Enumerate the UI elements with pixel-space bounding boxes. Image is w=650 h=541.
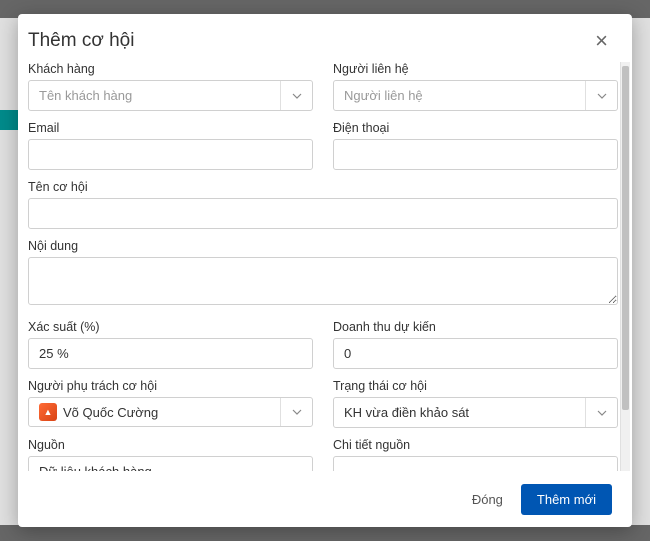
chevron-down-icon (280, 81, 312, 110)
phone-field[interactable] (333, 139, 618, 170)
chevron-down-icon (280, 398, 312, 426)
probability-field[interactable] (28, 338, 313, 369)
label-assignee: Người phụ trách cơ hội (28, 379, 313, 393)
scrollbar-thumb[interactable] (622, 66, 629, 410)
assignee-select-text: Võ Quốc Cường (63, 405, 158, 420)
modal-add-opportunity: Thêm cơ hội × Khách hàng Tên khách hàng … (18, 14, 632, 527)
status-select-text: KH vừa điền khảo sát (334, 398, 585, 427)
scrollbar[interactable] (620, 62, 630, 471)
source-field[interactable] (28, 456, 313, 471)
source-detail-field[interactable] (333, 456, 618, 471)
assignee-select[interactable]: ▲ Võ Quốc Cường (28, 397, 313, 427)
label-content: Nội dung (28, 239, 618, 253)
content-field[interactable] (28, 257, 618, 305)
contact-select[interactable]: Người liên hệ (333, 80, 618, 111)
label-email: Email (28, 121, 313, 135)
modal-footer: Đóng Thêm mới (18, 471, 632, 527)
customer-select[interactable]: Tên khách hàng (28, 80, 313, 111)
label-phone: Điện thoại (333, 121, 618, 135)
customer-select-text: Tên khách hàng (29, 81, 280, 110)
label-revenue: Doanh thu dự kiến (333, 320, 618, 334)
chevron-down-icon (585, 398, 617, 427)
modal-title: Thêm cơ hội (28, 30, 134, 52)
label-source: Nguồn (28, 438, 313, 452)
label-source-detail: Chi tiết nguồn (333, 438, 618, 452)
opportunity-name-field[interactable] (28, 198, 618, 229)
revenue-field[interactable] (333, 338, 618, 369)
contact-select-text: Người liên hệ (334, 81, 585, 110)
label-opportunity-name: Tên cơ hội (28, 180, 618, 194)
modal-header: Thêm cơ hội × (18, 14, 632, 62)
chevron-down-icon (585, 81, 617, 110)
status-select[interactable]: KH vừa điền khảo sát (333, 397, 618, 428)
label-customer: Khách hàng (28, 62, 313, 76)
close-icon[interactable]: × (591, 30, 612, 52)
avatar-icon: ▲ (39, 403, 57, 421)
email-field[interactable] (28, 139, 313, 170)
submit-button[interactable]: Thêm mới (521, 484, 612, 515)
label-contact: Người liên hệ (333, 62, 618, 76)
modal-body: Khách hàng Tên khách hàng Người liên hệ … (18, 62, 632, 471)
label-probability: Xác suất (%) (28, 320, 313, 334)
close-button[interactable]: Đóng (472, 492, 503, 507)
label-status: Trạng thái cơ hội (333, 379, 618, 393)
